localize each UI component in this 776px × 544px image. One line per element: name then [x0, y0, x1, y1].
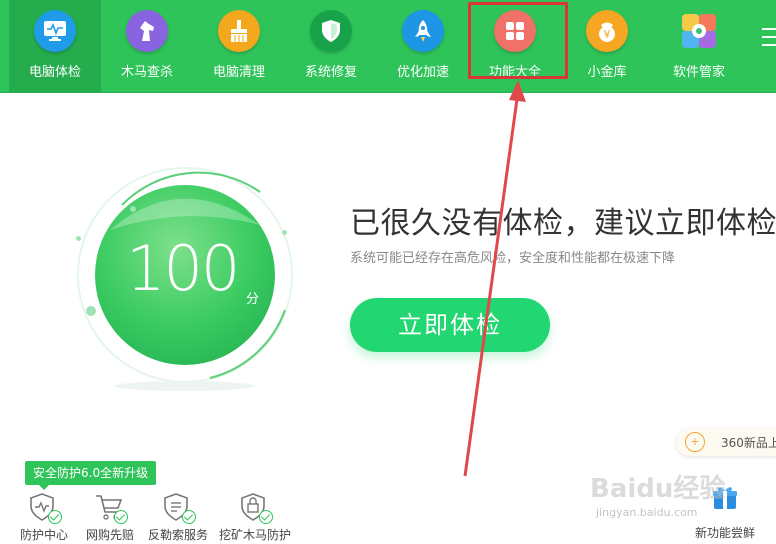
nav-item-speedup[interactable]: 优化加速 — [377, 0, 469, 92]
broom-icon — [218, 10, 260, 52]
coin-icon: ¥ — [586, 10, 628, 52]
lock-shield-icon — [237, 492, 273, 524]
nav-label: 小金库 — [587, 65, 627, 80]
shield-badge-icon: + — [685, 432, 705, 452]
software-icon — [678, 10, 720, 52]
top-nav-bar: 电脑体检 木马查杀 电脑清理 系统修复 优化加速 功能大全 ¥ 小金库 软件管家 — [0, 0, 776, 93]
decor-dot — [282, 230, 287, 235]
nav-label: 木马查杀 — [120, 65, 173, 80]
nav-label: 功能大全 — [488, 65, 541, 80]
nav-item-cleanup[interactable]: 电脑清理 — [193, 0, 285, 92]
monitor-icon — [34, 10, 76, 52]
watermark: Baidu经验 — [590, 474, 726, 504]
decor-dot — [76, 236, 81, 241]
mining-trojan-protection-button[interactable]: 挖矿木马防护 — [215, 492, 295, 543]
new-product-text: 360新品上 — [721, 436, 776, 450]
shield-icon — [310, 10, 352, 52]
anti-ransomware-button[interactable]: 反勒索服务 — [138, 492, 218, 543]
status-subline: 系统可能已经存在高危风险，安全度和性能都在极速下降 — [350, 251, 676, 266]
new-product-promo[interactable]: + 360新品上 — [676, 428, 776, 456]
score-unit: 分 — [246, 292, 260, 307]
document-shield-icon — [160, 492, 196, 524]
nav-item-software-manager[interactable]: 软件管家 — [653, 0, 745, 92]
watermark-url: jingyan.baidu.com — [596, 506, 698, 519]
nav-label: 优化加速 — [396, 65, 449, 80]
nav-item-vault[interactable]: ¥ 小金库 — [561, 0, 653, 92]
nav-item-pc-checkup[interactable]: 电脑体检 — [9, 0, 101, 92]
nav-item-all-features[interactable]: 功能大全 — [469, 0, 561, 92]
grid-icon — [494, 10, 536, 52]
nav-label: 系统修复 — [304, 65, 357, 80]
nav-item-trojan-scan[interactable]: 木马查杀 — [101, 0, 193, 92]
bottom-item-label: 挖矿木马防护 — [218, 528, 291, 542]
upgrade-badge[interactable]: 安全防护6.0全新升级 — [25, 461, 157, 490]
rocket-icon — [402, 10, 444, 52]
decor-dot — [86, 306, 96, 316]
check-now-button[interactable]: 立即体检 — [350, 298, 550, 352]
new-feature-label: 新功能尝鲜 — [694, 526, 755, 540]
shopping-cart-icon — [92, 492, 128, 524]
nav-item-system-repair[interactable]: 系统修复 — [285, 0, 377, 92]
hamburger-menu-icon[interactable] — [762, 28, 776, 58]
svg-text:¥: ¥ — [604, 28, 611, 41]
nav-label: 软件管家 — [672, 65, 725, 80]
status-headline: 已很久没有体检，建议立即体检！ — [350, 206, 776, 241]
nav-label: 电脑清理 — [212, 65, 265, 80]
decor-dot — [130, 206, 136, 212]
horse-icon — [126, 10, 168, 52]
nav-label: 电脑体检 — [28, 65, 81, 80]
shield-pulse-icon — [26, 492, 62, 524]
score-value: 100 — [126, 232, 240, 305]
bottom-item-label: 反勒索服务 — [147, 528, 208, 542]
